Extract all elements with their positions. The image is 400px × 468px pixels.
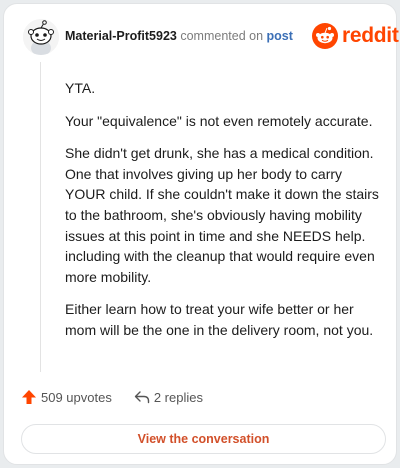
comment-paragraph: She didn't get drunk, she has a medical … xyxy=(65,145,379,285)
reply-arrow-icon xyxy=(134,391,150,404)
reddit-logo[interactable]: reddit xyxy=(312,23,399,49)
upvote-count: 509 upvotes xyxy=(41,389,112,405)
upvote-arrow-icon xyxy=(22,390,36,404)
brand-name: reddit xyxy=(342,24,399,47)
commented-on-text: commented on xyxy=(180,29,264,43)
comment-body: YTA. Your "equivalence" is not even remo… xyxy=(65,78,383,353)
thread-line xyxy=(40,62,41,372)
comment-card: Material-Profit5923 commented on post re… xyxy=(3,3,399,465)
view-conversation-button[interactable]: View the conversation xyxy=(21,424,386,454)
comment-paragraph: YTA. xyxy=(65,80,96,96)
post-link[interactable]: post xyxy=(267,29,293,43)
comment-header: Material-Profit5923 commented on post xyxy=(65,29,293,43)
avatar[interactable] xyxy=(23,19,59,55)
username[interactable]: Material-Profit5923 xyxy=(65,29,177,43)
reddit-snoo-icon xyxy=(312,23,338,49)
replies-count: 2 replies xyxy=(153,389,203,405)
replies-button[interactable]: 2 replies xyxy=(134,390,203,405)
comment-paragraph: Your "equivalence" is not even remotely … xyxy=(65,112,373,129)
comment-paragraph: Either learn how to treat your wife bett… xyxy=(65,301,374,338)
avatar-snoo-icon xyxy=(23,19,59,55)
upvote-button[interactable]: 509 upvotes xyxy=(21,389,112,405)
comment-actions: 509 upvotes 2 replies xyxy=(21,389,203,405)
